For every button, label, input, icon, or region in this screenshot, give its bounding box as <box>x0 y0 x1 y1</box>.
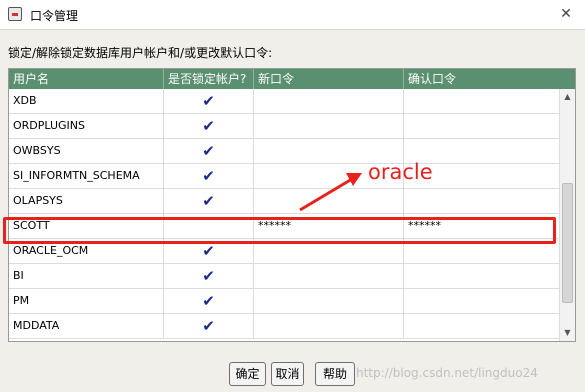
instruction-label: 锁定/解除锁定数据库用户帐户和/或更改默认口令: <box>8 46 273 60</box>
confirm-password-field[interactable] <box>404 114 559 138</box>
new-password-field[interactable] <box>254 189 404 213</box>
scroll-down-arrow-icon[interactable]: ▼ <box>560 325 575 341</box>
checkmark-icon: ✔ <box>202 92 215 110</box>
column-header-new-password[interactable]: 新口令 <box>254 69 404 89</box>
table-header: 用户名 是否锁定帐户? 新口令 确认口令 <box>9 69 575 89</box>
confirm-password-field[interactable] <box>404 289 559 313</box>
vertical-scrollbar[interactable]: ▲ ▼ <box>559 89 575 341</box>
checkmark-icon: ✔ <box>202 117 215 135</box>
checkmark-icon: ✔ <box>202 167 215 185</box>
username-cell: BI <box>9 264 164 288</box>
scrollbar-thumb[interactable] <box>562 183 573 303</box>
lock-account-checkbox[interactable]: ✔ <box>164 289 254 313</box>
table-row[interactable]: PM ✔ <box>9 289 559 314</box>
checkmark-icon: ✔ <box>202 292 215 310</box>
lock-account-checkbox[interactable]: ✔ <box>164 264 254 288</box>
username-cell: PM <box>9 289 164 313</box>
confirm-password-field[interactable] <box>404 89 559 113</box>
close-button[interactable]: ✕ <box>555 4 577 24</box>
username-cell: SI_INFORMTN_SCHEMA <box>9 164 164 188</box>
checkmark-icon: ✔ <box>202 267 215 285</box>
table-row[interactable]: BI ✔ <box>9 264 559 289</box>
username-cell: ORDPLUGINS <box>9 114 164 138</box>
new-password-field[interactable] <box>254 264 404 288</box>
username-cell: XDB <box>9 89 164 113</box>
new-password-field[interactable] <box>254 314 404 338</box>
password-table: 用户名 是否锁定帐户? 新口令 确认口令 XDB ✔ ORDPLUGINS ✔ OWBS… <box>8 68 576 342</box>
confirm-password-field[interactable] <box>404 189 559 213</box>
new-password-field[interactable] <box>254 89 404 113</box>
app-icon <box>8 7 22 21</box>
checkmark-icon: ✔ <box>202 192 215 210</box>
annotation-text: oracle <box>368 160 433 184</box>
username-cell: OLAPSYS <box>9 189 164 213</box>
column-header-locked[interactable]: 是否锁定帐户? <box>164 69 254 89</box>
scroll-up-arrow-icon[interactable]: ▲ <box>560 89 575 105</box>
checkmark-icon: ✔ <box>202 142 215 160</box>
table-row[interactable]: OLAPSYS ✔ <box>9 189 559 214</box>
checkmark-icon: ✔ <box>202 317 215 335</box>
lock-account-checkbox[interactable]: ✔ <box>164 139 254 163</box>
lock-account-checkbox[interactable]: ✔ <box>164 114 254 138</box>
username-cell: MDDATA <box>9 314 164 338</box>
lock-account-checkbox[interactable]: ✔ <box>164 189 254 213</box>
table-row[interactable]: XDB ✔ <box>9 89 559 114</box>
new-password-field[interactable] <box>254 114 404 138</box>
checkmark-icon: ✔ <box>202 242 215 260</box>
table-body: XDB ✔ ORDPLUGINS ✔ OWBSYS ✔ SI_INFORMTN_SCHEMA… <box>9 89 559 341</box>
table-row[interactable]: SI_INFORMTN_SCHEMA ✔ <box>9 164 559 189</box>
help-button[interactable]: 帮助 <box>315 362 355 386</box>
highlight-box-scott <box>3 217 556 244</box>
table-row[interactable]: MDDATA ✔ <box>9 314 559 339</box>
cancel-button[interactable]: 取消 <box>271 362 304 386</box>
username-cell: OWBSYS <box>9 139 164 163</box>
ok-button[interactable]: 确定 <box>229 362 266 386</box>
table-row[interactable]: ORDPLUGINS ✔ <box>9 114 559 139</box>
title-bar: 口令管理 ✕ <box>0 0 585 30</box>
table-row[interactable]: OWBSYS ✔ <box>9 139 559 164</box>
confirm-password-field[interactable] <box>404 264 559 288</box>
lock-account-checkbox[interactable]: ✔ <box>164 314 254 338</box>
lock-account-checkbox[interactable]: ✔ <box>164 89 254 113</box>
column-header-confirm-password[interactable]: 确认口令 <box>404 69 575 89</box>
watermark-text: http://blog.csdn.net/lingduo24 <box>356 366 538 380</box>
new-password-field[interactable] <box>254 289 404 313</box>
confirm-password-field[interactable] <box>404 314 559 338</box>
column-header-user[interactable]: 用户名 <box>9 69 164 89</box>
lock-account-checkbox[interactable]: ✔ <box>164 164 254 188</box>
window-title: 口令管理 <box>30 9 79 23</box>
